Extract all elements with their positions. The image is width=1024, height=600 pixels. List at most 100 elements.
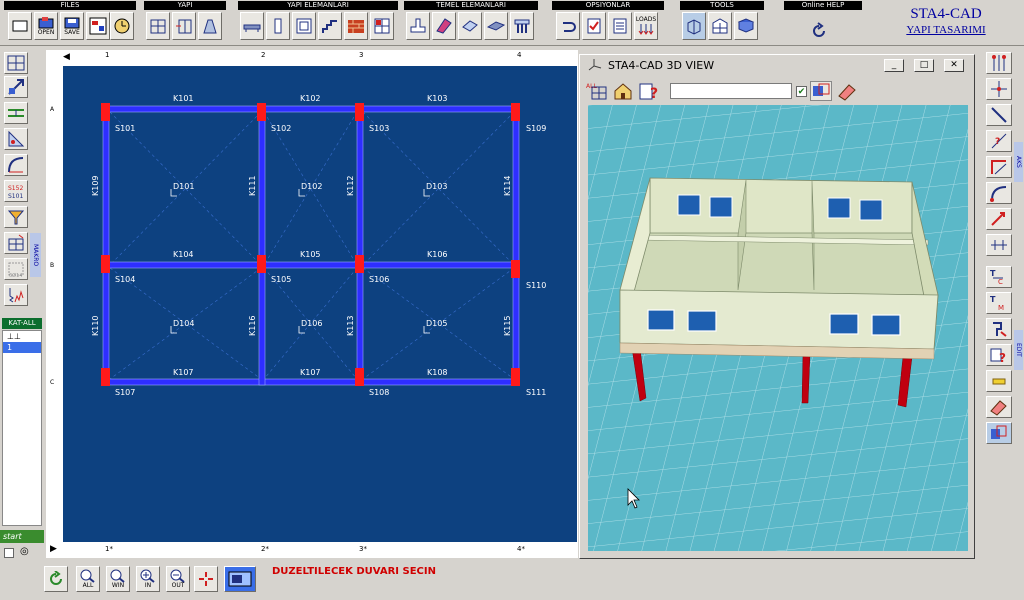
- brand-subtitle-link[interactable]: YAPI TASARIMI: [876, 24, 1016, 36]
- loads-button[interactable]: LOADS: [634, 12, 658, 40]
- tie-beam-button[interactable]: [432, 12, 456, 40]
- right-edit-tool-button[interactable]: [986, 318, 1012, 340]
- building-frame-button[interactable]: [146, 12, 170, 40]
- zoom-all-label: ALL: [82, 582, 94, 589]
- tools-building-button[interactable]: [708, 12, 732, 40]
- new-file-button[interactable]: [8, 12, 32, 40]
- left-axis-button[interactable]: [4, 76, 28, 98]
- 3d-view-checkbox[interactable]: ✔: [796, 86, 807, 97]
- report-button[interactable]: [86, 12, 110, 40]
- settings-clock-button[interactable]: [110, 12, 134, 40]
- grid-element-button[interactable]: [370, 12, 394, 40]
- close-button[interactable]: ✕: [944, 59, 964, 72]
- edit-tab[interactable]: EDIT: [1014, 330, 1023, 370]
- column[interactable]: [257, 255, 266, 273]
- column[interactable]: [511, 260, 520, 278]
- right-diagonal-button[interactable]: [986, 104, 1012, 126]
- 3d-view-combo[interactable]: [670, 83, 792, 99]
- footing-button[interactable]: [406, 12, 430, 40]
- check-button[interactable]: [582, 12, 606, 40]
- beam-button[interactable]: [240, 12, 264, 40]
- plan-drawing[interactable]: K101 K102 K103 K104 K105 K106 K107 K107 …: [63, 66, 577, 542]
- 3d-erase-button[interactable]: [836, 81, 858, 101]
- raft-button[interactable]: [458, 12, 482, 40]
- storey-item-foundation[interactable]: ⊥⊥: [3, 331, 41, 342]
- 3d-all-floors-button[interactable]: ALL: [586, 81, 608, 101]
- redraw-button[interactable]: [44, 566, 68, 592]
- left-copy-storey-button[interactable]: S152 S101: [4, 180, 28, 202]
- storey-list-header[interactable]: KAT-ALL: [2, 318, 42, 329]
- right-move-axis-button[interactable]: [986, 208, 1012, 230]
- column[interactable]: [355, 368, 364, 386]
- undo-button[interactable]: [556, 12, 580, 40]
- storey-item-1[interactable]: 1: [3, 342, 41, 353]
- 3d-scene[interactable]: [588, 105, 968, 551]
- left-filter-button[interactable]: [4, 206, 28, 228]
- column[interactable]: [101, 103, 110, 121]
- left-triangle-button[interactable]: [4, 128, 28, 150]
- scroll-right-arrow-icon[interactable]: ▶: [50, 544, 57, 554]
- beam-label: K105: [300, 250, 321, 259]
- column[interactable]: [355, 103, 364, 121]
- minimize-button[interactable]: _: [884, 59, 904, 72]
- column-button[interactable]: [266, 12, 290, 40]
- left-arc-button[interactable]: [4, 154, 28, 176]
- building-axes-button[interactable]: [172, 12, 196, 40]
- maximize-button[interactable]: □: [914, 59, 934, 72]
- online-help-button[interactable]: [810, 22, 828, 43]
- zoom-in-button[interactable]: IN: [136, 566, 160, 592]
- right-plug-button[interactable]: [986, 370, 1012, 392]
- scroll-left-arrow-icon[interactable]: ◀: [63, 52, 70, 62]
- pile-button[interactable]: [510, 12, 534, 40]
- wall-button[interactable]: [344, 12, 368, 40]
- view-layout-button[interactable]: [224, 566, 256, 592]
- save-file-button[interactable]: SAVE: [60, 12, 84, 40]
- column[interactable]: [355, 255, 364, 273]
- plan-canvas[interactable]: K101 K102 K103 K104 K105 K106 K107 K107 …: [63, 66, 577, 542]
- mat-foundation-button[interactable]: [484, 12, 508, 40]
- right-3d-toggle-button[interactable]: [986, 422, 1012, 444]
- right-eraser-button[interactable]: [986, 396, 1012, 418]
- zoom-all-button[interactable]: ALL: [76, 566, 100, 592]
- zoom-out-button[interactable]: OUT: [166, 566, 190, 592]
- column[interactable]: [101, 368, 110, 386]
- makro-tab[interactable]: MAKRO: [30, 233, 41, 277]
- right-dimension-button[interactable]: [986, 234, 1012, 256]
- 3d-help-button[interactable]: ?: [638, 81, 660, 102]
- right-arc-axis-button[interactable]: [986, 182, 1012, 204]
- beam-label: K110: [91, 315, 100, 336]
- right-edit-help-button[interactable]: ?: [986, 344, 1012, 366]
- column[interactable]: [511, 103, 520, 121]
- 3d-view-toggle-button[interactable]: [810, 81, 832, 101]
- left-level-button[interactable]: [4, 102, 28, 124]
- aks-tab[interactable]: AKS: [1014, 142, 1023, 182]
- 3d-view-titlebar[interactable]: STA4-CAD 3D VIEW _ □ ✕: [580, 55, 974, 75]
- crosshair-button[interactable]: [194, 566, 218, 592]
- start-button[interactable]: start: [0, 530, 44, 543]
- right-copy-button[interactable]: TC: [986, 266, 1012, 288]
- tools-3d-view-button[interactable]: [682, 12, 706, 40]
- right-frame-button[interactable]: [986, 156, 1012, 178]
- right-axis-help-button[interactable]: ?: [986, 130, 1012, 152]
- building-section-button[interactable]: [198, 12, 222, 40]
- tools-book-button[interactable]: [734, 12, 758, 40]
- left-grid-select-button[interactable]: [4, 232, 28, 254]
- left-disabled-button[interactable]: 6Ø14: [4, 258, 28, 280]
- open-file-button[interactable]: OPEN: [34, 12, 58, 40]
- 3d-home-button[interactable]: [612, 81, 634, 101]
- column[interactable]: [257, 103, 266, 121]
- options-list-button[interactable]: [608, 12, 632, 40]
- left-spring-button[interactable]: [4, 284, 28, 306]
- 3d-viewport[interactable]: [588, 105, 968, 551]
- axis-point-icon: [991, 81, 1007, 97]
- right-axis-point-button[interactable]: [986, 78, 1012, 100]
- stair-button[interactable]: [318, 12, 342, 40]
- right-move-button[interactable]: TM: [986, 292, 1012, 314]
- column[interactable]: [101, 255, 110, 273]
- right-axis-grid-button[interactable]: [986, 52, 1012, 74]
- column[interactable]: [511, 368, 520, 386]
- zoom-window-button[interactable]: WIN: [106, 566, 130, 592]
- slab-button[interactable]: [292, 12, 316, 40]
- snap-checkbox[interactable]: [4, 548, 14, 558]
- left-plan-button[interactable]: [4, 52, 28, 74]
